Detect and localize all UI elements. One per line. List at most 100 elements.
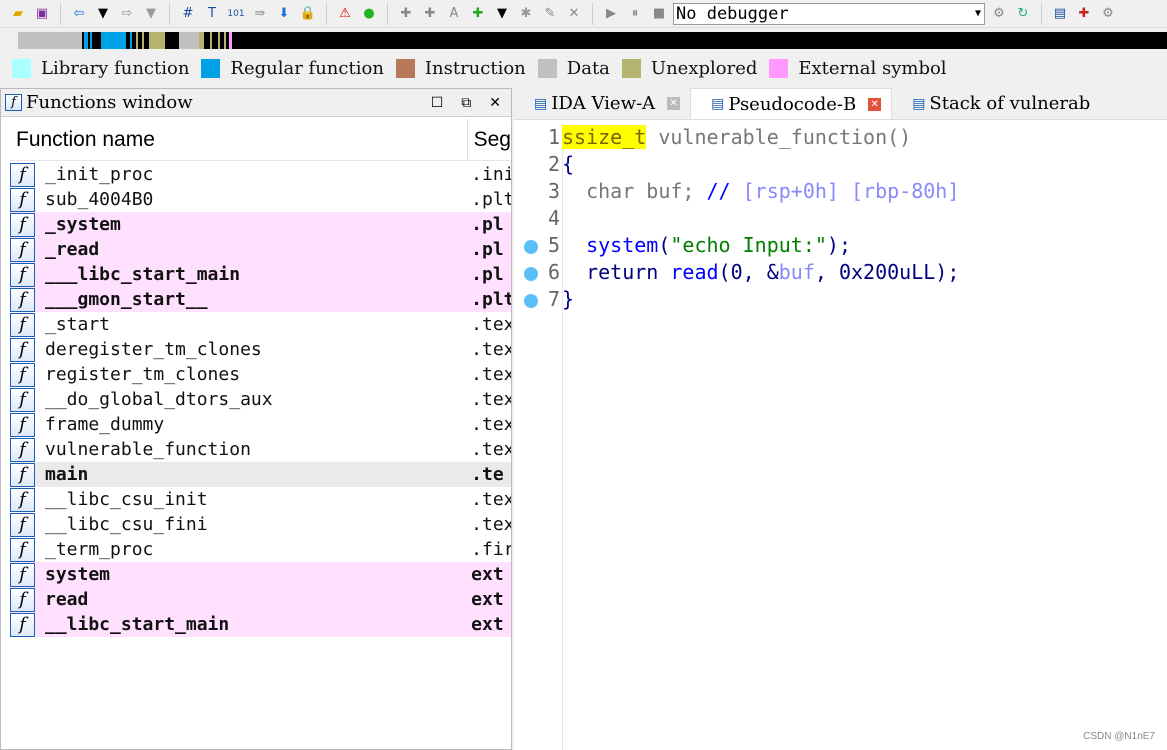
save-icon[interactable]: ▣ bbox=[32, 4, 52, 24]
keyword: return bbox=[562, 259, 671, 284]
line-number: 4 bbox=[547, 205, 560, 230]
function-icon: f bbox=[10, 537, 35, 562]
dropdown-icon[interactable]: ▼ bbox=[492, 4, 512, 24]
play-icon[interactable]: ▶ bbox=[601, 4, 621, 24]
function-row[interactable]: f system ext bbox=[10, 562, 511, 587]
function-row[interactable]: f vulnerable_function .tex bbox=[10, 437, 511, 462]
function-row[interactable]: f frame_dummy .tex bbox=[10, 412, 511, 437]
variable-buf[interactable]: buf bbox=[779, 260, 815, 284]
function-row[interactable]: f deregister_tm_clones .tex bbox=[10, 337, 511, 362]
function-row[interactable]: f _init_proc .ini bbox=[10, 162, 511, 187]
function-icon: f bbox=[10, 212, 35, 237]
brace: { bbox=[562, 151, 575, 176]
function-segment: .tex bbox=[471, 439, 511, 460]
line-number-text: 5 bbox=[547, 232, 560, 257]
column-segment[interactable]: Seg bbox=[468, 119, 511, 160]
string-icon[interactable]: A bbox=[444, 4, 464, 24]
list-icon[interactable]: ▤ bbox=[1050, 4, 1070, 24]
struct-icon[interactable]: ✚ bbox=[468, 4, 488, 24]
stop-icon[interactable]: ■ bbox=[649, 4, 669, 24]
function-row[interactable]: f ___gmon_start__ .plt bbox=[10, 287, 511, 312]
pause-icon[interactable]: ⏸ bbox=[625, 4, 645, 24]
function-icon: f bbox=[10, 437, 35, 462]
navigation-band[interactable] bbox=[18, 32, 1167, 49]
separator bbox=[169, 2, 170, 25]
function-icon: f bbox=[10, 412, 35, 437]
document-icon: ▤ bbox=[711, 96, 725, 112]
debugger-select[interactable]: No debugger ▼ bbox=[673, 2, 985, 25]
jump-icon[interactable]: ⇛ bbox=[250, 4, 270, 24]
legend-swatch bbox=[395, 59, 415, 78]
string-literal[interactable]: "echo Input:" bbox=[670, 233, 827, 257]
search-binary-icon[interactable]: 101 bbox=[226, 4, 246, 24]
function-row[interactable]: f _term_proc .fir bbox=[10, 537, 511, 562]
function-icon: f bbox=[10, 512, 35, 537]
function-row[interactable]: f __libc_csu_fini .tex bbox=[10, 512, 511, 537]
line-number-text: 7 bbox=[547, 286, 560, 311]
function-row[interactable]: f register_tm_clones .tex bbox=[10, 362, 511, 387]
call-system[interactable]: system bbox=[562, 233, 658, 257]
pseudocode-view[interactable]: 1 ssize_t vulnerable_function() 2{ 3 char… bbox=[514, 123, 1167, 312]
edit-icon[interactable]: ✎ bbox=[540, 4, 560, 24]
debugger-options-icon[interactable]: ⚙ bbox=[989, 4, 1009, 24]
function-signature[interactable]: vulnerable_function() bbox=[646, 125, 911, 149]
legend-swatch bbox=[201, 59, 221, 78]
close-icon[interactable]: ✕ bbox=[564, 4, 584, 24]
dropdown-icon[interactable]: ▼ bbox=[141, 4, 161, 24]
tab[interactable]: ▤ Pseudocode-B ✕ bbox=[690, 88, 893, 119]
forward-icon[interactable]: ⇨ bbox=[117, 4, 137, 24]
call-read[interactable]: read bbox=[670, 260, 718, 284]
green-circle-icon[interactable]: ● bbox=[359, 4, 379, 24]
return-type[interactable]: ssize_t bbox=[562, 124, 647, 149]
restore-icon[interactable]: ⧉ bbox=[461, 95, 471, 111]
line-number: 1 bbox=[547, 124, 560, 149]
star-icon[interactable]: ✱ bbox=[516, 4, 536, 24]
declaration[interactable]: char buf; bbox=[562, 179, 707, 203]
function-row[interactable]: f main .te bbox=[10, 462, 511, 487]
function-row[interactable]: f ___libc_start_main .pl bbox=[10, 262, 511, 287]
function-row[interactable]: f sub_4004B0 .plt bbox=[10, 187, 511, 212]
column-function-name[interactable]: Function name bbox=[10, 119, 468, 160]
tab[interactable]: ▤ Stack of vulnerab bbox=[892, 88, 1100, 119]
maximize-icon[interactable]: ☐ bbox=[431, 95, 444, 111]
functions-window: f Functions window ☐ ⧉ ✕ Function name Seg… bbox=[0, 88, 512, 750]
debugger-select-value: No debugger bbox=[676, 3, 789, 24]
function-row[interactable]: f __libc_csu_init .tex bbox=[10, 487, 511, 512]
legend-label: Library function bbox=[41, 58, 190, 79]
function-row[interactable]: f read ext bbox=[10, 587, 511, 612]
open-icon[interactable]: ▰ bbox=[8, 4, 28, 24]
settings-icon[interactable]: ⚙ bbox=[1098, 4, 1118, 24]
warning-icon[interactable]: ⚠ bbox=[335, 4, 355, 24]
function-icon: f bbox=[10, 362, 35, 387]
function-name: _read bbox=[45, 239, 100, 260]
separator bbox=[592, 2, 593, 25]
function-row[interactable]: f __libc_start_main ext bbox=[10, 612, 511, 637]
add-icon[interactable]: ✚ bbox=[1074, 4, 1094, 24]
search-hex-icon[interactable]: # bbox=[178, 4, 198, 24]
breakpoint-dot-icon[interactable] bbox=[524, 239, 538, 254]
code-icon[interactable]: ✚ bbox=[396, 4, 416, 24]
function-name: _start bbox=[45, 314, 111, 335]
search-text-icon[interactable]: T bbox=[202, 4, 222, 24]
function-row[interactable]: f _system .pl bbox=[10, 212, 511, 237]
breakpoint-dot-icon[interactable] bbox=[524, 266, 538, 281]
back-icon[interactable]: ⇦ bbox=[69, 4, 89, 24]
close-icon[interactable]: ✕ bbox=[489, 95, 501, 111]
lock-icon[interactable]: 🔒 bbox=[298, 4, 318, 24]
function-segment: ext bbox=[471, 589, 504, 610]
args: , 0x200uLL); bbox=[814, 259, 960, 284]
function-icon: f bbox=[10, 612, 35, 637]
function-name: ___libc_start_main bbox=[45, 264, 241, 285]
function-row[interactable]: f _read .pl bbox=[10, 237, 511, 262]
close-tab-icon[interactable]: ✕ bbox=[667, 97, 681, 110]
down-arrow-icon[interactable]: ⬇ bbox=[274, 4, 294, 24]
function-row[interactable]: f __do_global_dtors_aux .tex bbox=[10, 387, 511, 412]
data-icon[interactable]: ✚ bbox=[420, 4, 440, 24]
tab[interactable]: ▤ IDA View-A ✕ bbox=[514, 88, 690, 119]
close-tab-icon[interactable]: ✕ bbox=[868, 97, 882, 111]
function-row[interactable]: f _start .tex bbox=[10, 312, 511, 337]
dropdown-icon[interactable]: ▼ bbox=[93, 4, 113, 24]
breakpoint-dot-icon[interactable] bbox=[524, 293, 538, 308]
attach-icon[interactable]: ↻ bbox=[1013, 4, 1033, 24]
legend-swatch bbox=[537, 59, 557, 78]
